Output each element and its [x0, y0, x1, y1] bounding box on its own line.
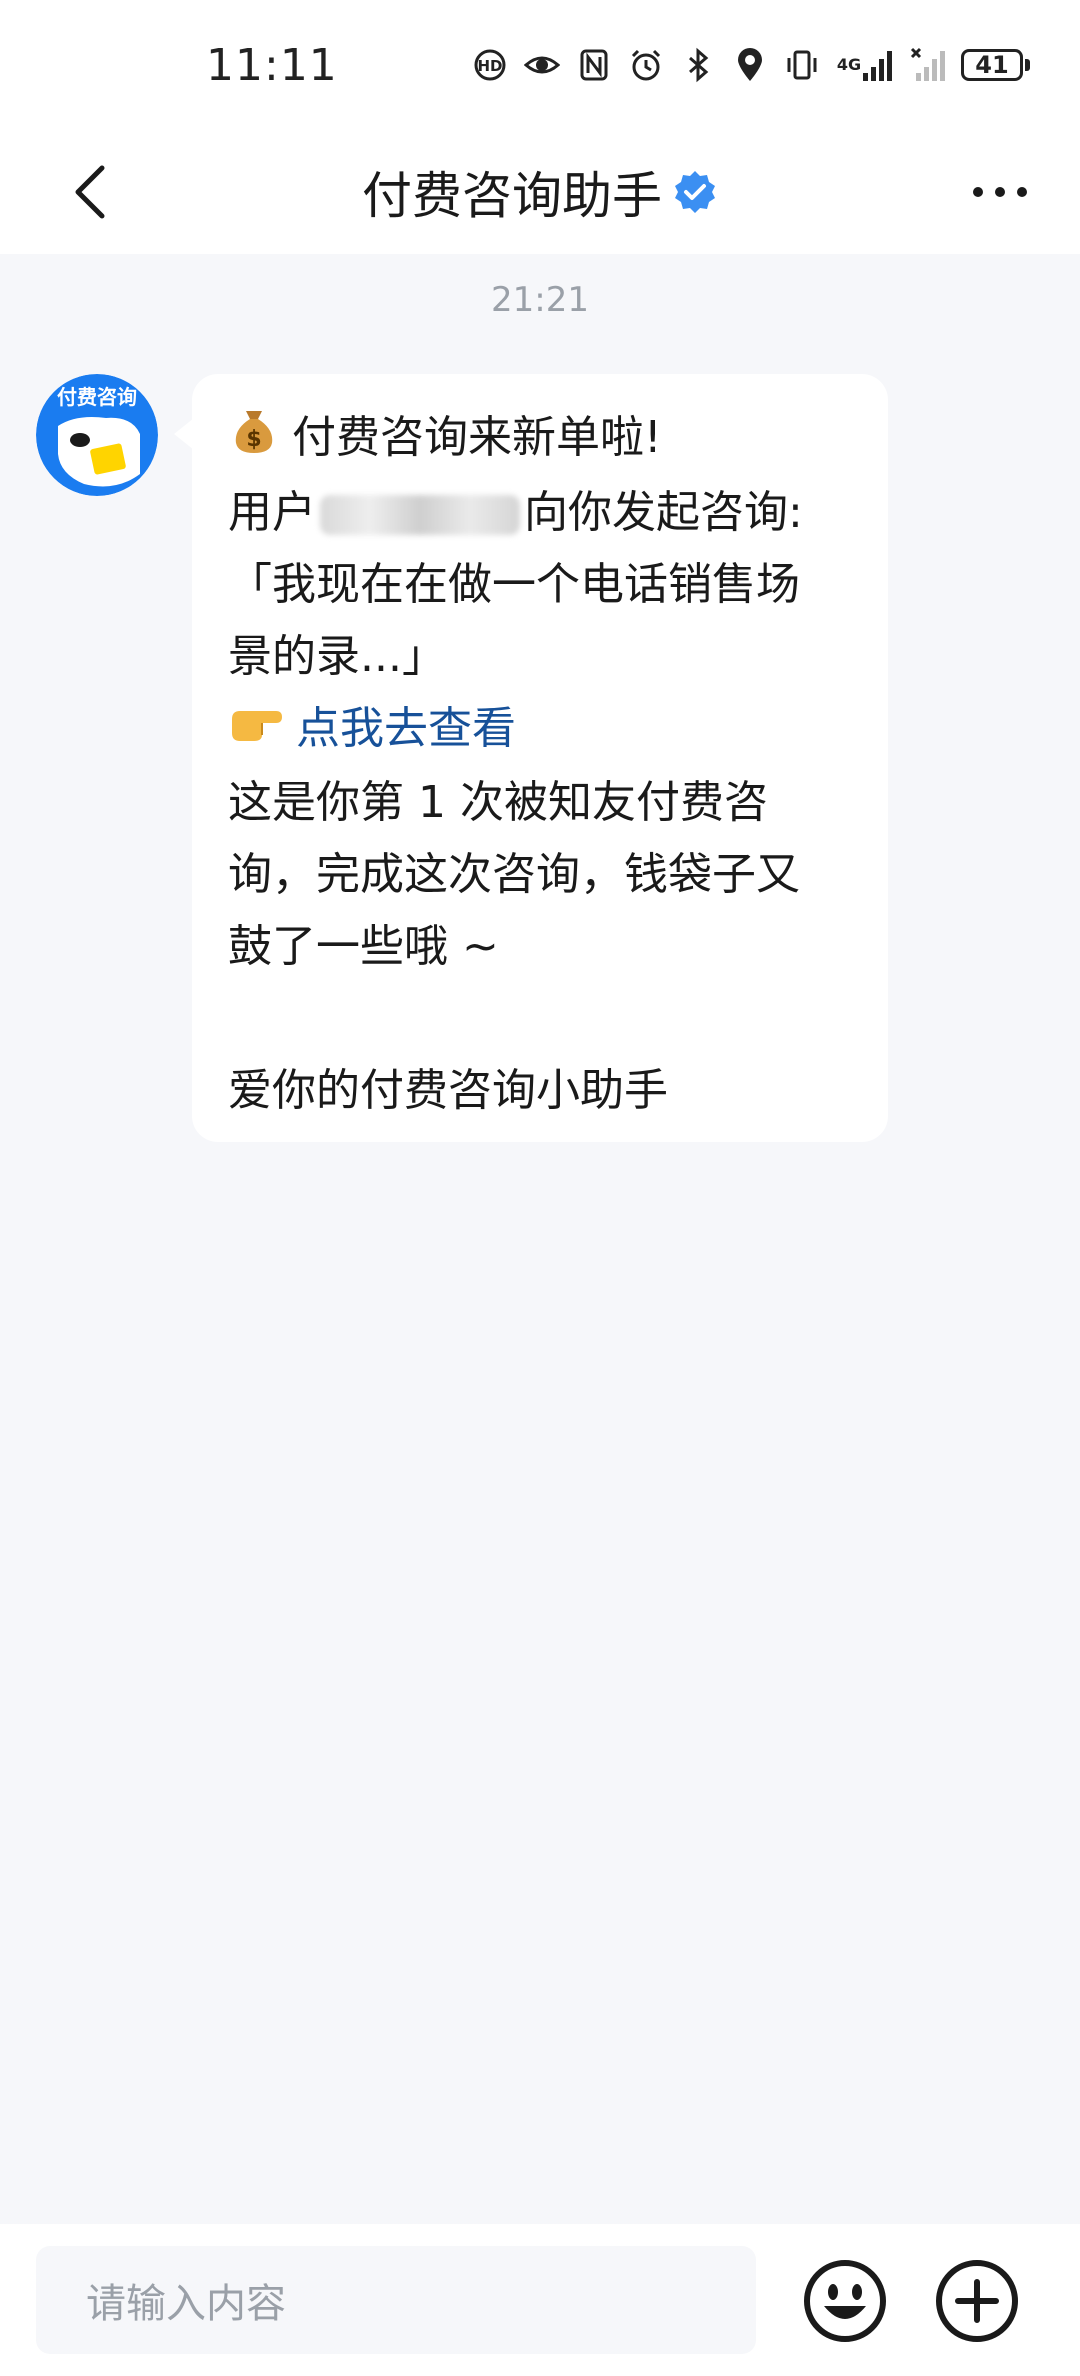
message-line: $ 付费咨询来新单啦! — [228, 402, 852, 477]
location-icon — [731, 46, 769, 84]
status-icons: HD 4G 41 — [471, 46, 1030, 84]
no-signal-icon — [909, 46, 947, 84]
avatar-image: 付费咨询 — [36, 374, 158, 496]
quote-line-1: 「我现在在做一个电话销售场 — [228, 559, 800, 610]
verified-badge-icon — [675, 171, 715, 213]
hd-call-icon: HD — [471, 46, 509, 84]
message-input[interactable]: 请输入内容 — [36, 2246, 756, 2354]
message-line: 鼓了一些哦 ~ — [228, 921, 499, 972]
status-time: 11:11 — [206, 40, 338, 91]
message-bubble: $ 付费咨询来新单啦! 用户 向你发起咨询: 「我现在在做一个电话销售场 景的录.… — [174, 374, 888, 1142]
network-type-label: 4G — [836, 55, 862, 74]
nav-header: 付费咨询助手 — [0, 130, 1080, 254]
plus-button[interactable] — [932, 2256, 1022, 2346]
status-bar: 11:11 HD 4G 41 — [0, 0, 1080, 130]
more-dots-icon — [973, 187, 1027, 197]
battery-level: 41 — [961, 49, 1023, 81]
message-timestamp: 21:21 — [491, 280, 589, 320]
eye-icon — [523, 46, 561, 84]
alarm-icon — [627, 46, 665, 84]
page-title: 付费咨询助手 — [362, 167, 662, 225]
input-placeholder: 请输入内容 — [86, 2281, 286, 2327]
signal-icon: 4G — [835, 46, 895, 84]
plus-circle-icon — [936, 2260, 1018, 2342]
view-details-link[interactable]: 点我去查看 — [296, 703, 516, 754]
smiley-icon — [804, 2260, 886, 2342]
vibrate-icon — [783, 46, 821, 84]
message-line: 询，完成这次咨询，钱袋子又 — [228, 849, 800, 900]
bluetooth-icon — [679, 46, 717, 84]
view-link-row[interactable]: 点我去查看 — [228, 693, 852, 767]
pointing-hand-icon — [228, 695, 284, 767]
blurred-username — [320, 495, 520, 535]
money-bag-icon: $ — [228, 403, 280, 477]
message-line: 这是你第 1 次被知友付费咨 — [228, 777, 768, 828]
message-line: 用户 向你发起咨询: — [228, 477, 852, 549]
svg-text:HD: HD — [477, 57, 502, 75]
avatar[interactable]: 付费咨询 — [36, 374, 158, 496]
consult-request-text: 向你发起咨询: — [524, 487, 803, 538]
message-headline: 付费咨询来新单啦! — [292, 412, 662, 463]
input-bar: 请输入内容 — [0, 2224, 1080, 2376]
user-prefix: 用户 — [228, 487, 316, 538]
nfc-icon — [575, 46, 613, 84]
svg-text:$: $ — [246, 427, 261, 452]
more-button[interactable] — [950, 152, 1050, 232]
battery-icon: 41 — [961, 49, 1030, 81]
quote-line-2: 景的录...」 — [228, 631, 446, 682]
title-wrap: 付费咨询助手 — [0, 130, 1080, 254]
message-signature: 爱你的付费咨询小助手 — [228, 1065, 668, 1116]
avatar-text: 付费咨询 — [57, 385, 137, 409]
emoji-button[interactable] — [800, 2256, 890, 2346]
